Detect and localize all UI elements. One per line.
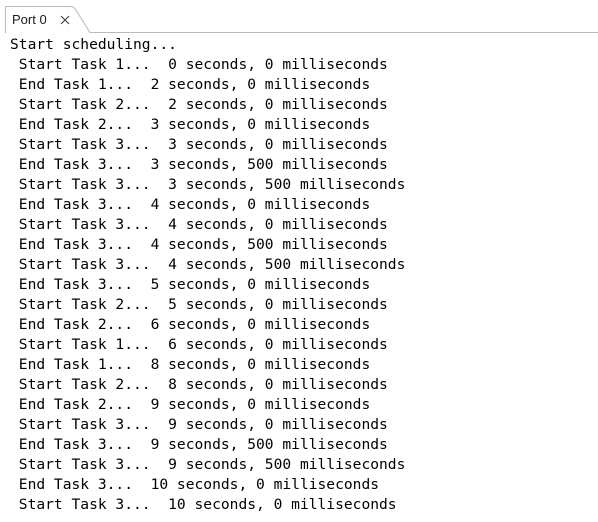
serial-monitor-window: Port 0 Start scheduling... Start Task 1.… bbox=[0, 0, 598, 522]
console-line: End Task 3... 5 seconds, 0 milliseconds bbox=[10, 276, 371, 293]
console-line: Start Task 3... 10 seconds, 0 millisecon… bbox=[10, 496, 397, 513]
console-line: End Task 3... 4 seconds, 500 millisecond… bbox=[10, 236, 388, 253]
console-line: Start Task 2... 2 seconds, 0 millisecond… bbox=[10, 96, 388, 113]
console-line: Start Task 3... 3 seconds, 500 milliseco… bbox=[10, 176, 406, 193]
console-line: Start Task 3... 9 seconds, 0 millisecond… bbox=[10, 416, 388, 433]
console-line: End Task 3... 10 seconds, 0 milliseconds bbox=[10, 476, 380, 493]
console-line: Start Task 2... 5 seconds, 0 millisecond… bbox=[10, 296, 388, 313]
console-line: End Task 3... 9 seconds, 500 millisecond… bbox=[10, 436, 388, 453]
tab-label: Port 0 bbox=[12, 12, 47, 27]
tab-bar: Port 0 bbox=[0, 0, 598, 33]
console-line: End Task 2... 9 seconds, 0 milliseconds bbox=[10, 396, 371, 413]
console-line: End Task 1... 2 seconds, 0 milliseconds bbox=[10, 76, 371, 93]
console-line: End Task 3... 4 seconds, 0 milliseconds bbox=[10, 196, 371, 213]
console-line: Start Task 2... 8 seconds, 0 millisecond… bbox=[10, 376, 388, 393]
console-line: End Task 2... 6 seconds, 0 milliseconds bbox=[10, 316, 371, 333]
console-line: End Task 1... 8 seconds, 0 milliseconds bbox=[10, 356, 371, 373]
console-line: Start Task 3... 3 seconds, 0 millisecond… bbox=[10, 136, 388, 153]
console-line: Start Task 3... 9 seconds, 500 milliseco… bbox=[10, 456, 406, 473]
console-line: Start Task 1... 0 seconds, 0 millisecond… bbox=[10, 56, 388, 73]
console-line: Start Task 3... 4 seconds, 0 millisecond… bbox=[10, 216, 388, 233]
tab-port-0[interactable]: Port 0 bbox=[5, 6, 93, 33]
console-line: Start Task 1... 6 seconds, 0 millisecond… bbox=[10, 336, 388, 353]
console-line: Start Task 3... 4 seconds, 500 milliseco… bbox=[10, 256, 406, 273]
console-line: Start scheduling... bbox=[10, 36, 177, 53]
console-output[interactable]: Start scheduling... Start Task 1... 0 se… bbox=[0, 33, 598, 522]
console-lines: Start scheduling... Start Task 1... 0 se… bbox=[10, 35, 405, 515]
close-icon[interactable] bbox=[58, 13, 72, 27]
console-line: End Task 2... 3 seconds, 0 milliseconds bbox=[10, 116, 371, 133]
console-line: End Task 3... 3 seconds, 500 millisecond… bbox=[10, 156, 388, 173]
